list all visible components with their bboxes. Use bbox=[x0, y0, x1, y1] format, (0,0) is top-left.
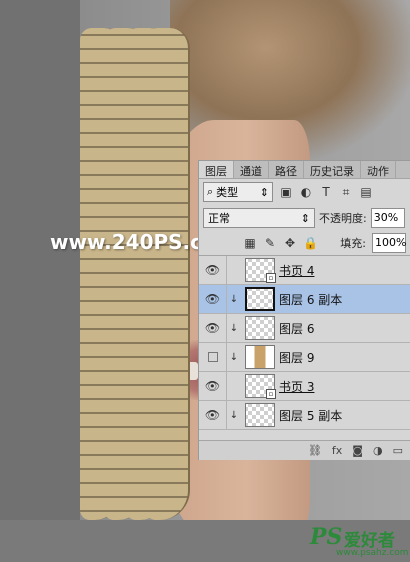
layer-thumbnail bbox=[245, 345, 275, 369]
tab-channels[interactable]: 通道 bbox=[234, 161, 269, 178]
fx-icon[interactable]: fx bbox=[332, 444, 342, 457]
eye-icon: 👁 bbox=[204, 321, 221, 335]
link-icon[interactable]: ⛓ bbox=[308, 444, 322, 457]
filter-row: ⌕ 类型 ⇕ ▣ ◐ T ⌗ ▤ bbox=[199, 179, 410, 205]
clipping-arrow-icon: ↓ bbox=[229, 293, 239, 305]
lock-transparent-icon[interactable]: ▦ bbox=[243, 236, 257, 250]
blend-mode-value: 正常 bbox=[208, 212, 230, 225]
layer-row[interactable]: 👁 ▫ 书页 4 bbox=[199, 255, 410, 285]
mask-icon[interactable]: ◙ bbox=[352, 444, 363, 457]
opacity-label: 不透明度: bbox=[319, 212, 367, 225]
clipping-arrow-icon: ↓ bbox=[229, 322, 239, 334]
pixel-filter-icon[interactable]: ▣ bbox=[279, 185, 293, 199]
search-icon: ⌕ bbox=[207, 185, 214, 198]
hidden-box-icon bbox=[207, 352, 218, 362]
tab-history[interactable]: 历史记录 bbox=[304, 161, 361, 178]
panel-tabs: 图层 通道 路径 历史记录 动作 bbox=[199, 161, 410, 179]
chevron-updown-icon: ⇕ bbox=[259, 185, 269, 199]
smart-object-badge-icon: ▫ bbox=[266, 273, 276, 283]
visibility-toggle[interactable] bbox=[199, 342, 227, 372]
visibility-toggle[interactable]: 👁 bbox=[199, 255, 227, 285]
site-logo: PS 爱好者 www.psahz.com bbox=[310, 524, 410, 560]
fill-input[interactable]: 100% bbox=[372, 233, 406, 253]
layer-name[interactable]: 图层 5 副本 bbox=[279, 407, 342, 424]
fill-label: 填充: bbox=[340, 237, 366, 250]
layer-row[interactable]: ↓ 图层 9 bbox=[199, 342, 410, 372]
type-filter-icon[interactable]: T bbox=[319, 185, 333, 199]
layer-row[interactable]: 👁 ▫ 书页 3 bbox=[199, 371, 410, 401]
layer-thumbnail bbox=[245, 316, 275, 340]
lock-all-icon[interactable]: 🔒 bbox=[303, 236, 318, 250]
tab-actions[interactable]: 动作 bbox=[361, 161, 396, 178]
panel-footer: ⛓ fx ◙ ◑ ▭ bbox=[199, 440, 410, 460]
opacity-input[interactable]: 30% bbox=[370, 208, 405, 228]
visibility-toggle[interactable]: 👁 bbox=[199, 284, 227, 314]
lock-fill-row: ▦ ✎ ✥ 🔒 填充: 100% bbox=[199, 231, 410, 255]
kind-filter-value: 类型 bbox=[216, 186, 239, 199]
layer-list: 👁 ▫ 书页 4 👁 ↓ 图层 6 副本 👁 ↓ 图层 6 ↓ 图层 9 👁 ▫… bbox=[199, 255, 410, 430]
layer-name[interactable]: 图层 6 bbox=[279, 320, 314, 337]
layer-thumbnail bbox=[245, 403, 275, 427]
tab-layers[interactable]: 图层 bbox=[199, 161, 234, 178]
layer-row[interactable]: 👁 ↓ 图层 5 副本 bbox=[199, 400, 410, 430]
layer-name[interactable]: 图层 9 bbox=[279, 349, 314, 366]
eye-icon: 👁 bbox=[204, 408, 221, 422]
layer-thumbnail: ▫ bbox=[245, 374, 276, 399]
adjustment-filter-icon[interactable]: ◐ bbox=[299, 185, 313, 199]
lock-position-icon[interactable]: ✥ bbox=[283, 236, 297, 250]
lock-paint-icon[interactable]: ✎ bbox=[263, 236, 277, 250]
blend-row: 正常 ⇕ 不透明度: 30% bbox=[199, 205, 410, 231]
shape-filter-icon[interactable]: ⌗ bbox=[339, 185, 353, 199]
eye-icon: 👁 bbox=[204, 292, 221, 306]
layer-thumbnail: ▫ bbox=[245, 258, 276, 283]
smart-object-filter-icon[interactable]: ▤ bbox=[359, 185, 373, 199]
layer-name[interactable]: 图层 6 副本 bbox=[279, 291, 342, 308]
eye-icon: 👁 bbox=[204, 379, 221, 393]
lock-icons: ▦ ✎ ✥ 🔒 bbox=[243, 236, 318, 250]
logo-url: www.psahz.com bbox=[336, 548, 409, 558]
visibility-toggle[interactable]: 👁 bbox=[199, 400, 227, 430]
layer-name[interactable]: 书页 4 bbox=[279, 262, 314, 279]
clipping-arrow-icon: ↓ bbox=[229, 351, 239, 363]
layer-name[interactable]: 书页 3 bbox=[279, 378, 314, 395]
book-pages-artwork bbox=[80, 28, 190, 520]
kind-filter-select[interactable]: ⌕ 类型 ⇕ bbox=[203, 182, 273, 202]
eye-icon: 👁 bbox=[204, 263, 221, 277]
blend-mode-select[interactable]: 正常 ⇕ bbox=[203, 208, 315, 228]
folder-icon[interactable]: ▭ bbox=[393, 444, 403, 457]
smart-object-badge-icon: ▫ bbox=[266, 389, 276, 399]
layer-thumbnail bbox=[245, 287, 275, 311]
layer-row[interactable]: 👁 ↓ 图层 6 副本 bbox=[199, 284, 410, 314]
layers-panel: 图层 通道 路径 历史记录 动作 ⌕ 类型 ⇕ ▣ ◐ T ⌗ ▤ 正常 ⇕ 不… bbox=[198, 160, 410, 460]
layer-row[interactable]: 👁 ↓ 图层 6 bbox=[199, 313, 410, 343]
tab-paths[interactable]: 路径 bbox=[269, 161, 304, 178]
chevron-updown-icon: ⇕ bbox=[300, 211, 310, 225]
visibility-toggle[interactable]: 👁 bbox=[199, 313, 227, 343]
clipping-arrow-icon: ↓ bbox=[229, 409, 239, 421]
logo-ps: PS bbox=[310, 524, 343, 550]
adjustment-icon[interactable]: ◑ bbox=[373, 444, 383, 457]
book-page bbox=[146, 28, 190, 520]
visibility-toggle[interactable]: 👁 bbox=[199, 371, 227, 401]
